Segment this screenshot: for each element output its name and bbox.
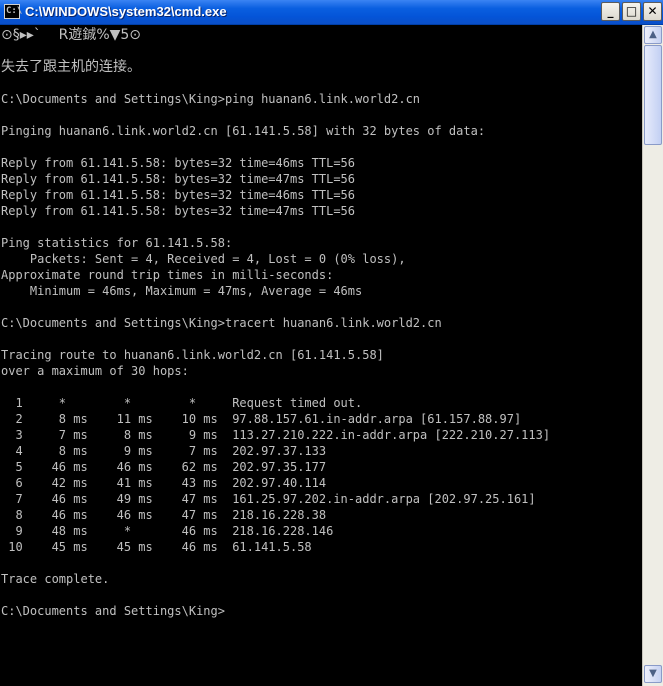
console-line: 1 * * * Request timed out.	[1, 396, 363, 410]
console-line: Reply from 61.141.5.58: bytes=32 time=46…	[1, 188, 356, 202]
close-button[interactable]: ✕	[643, 2, 662, 21]
cmd-window: C:\ C:\WINDOWS\system32\cmd.exe _ □ ✕ ⊙§…	[0, 0, 663, 686]
window-title: C:\WINDOWS\system32\cmd.exe	[25, 4, 227, 19]
console-line: Approximate round trip times in milli-se…	[1, 268, 334, 282]
console-line: Trace complete.	[1, 572, 110, 586]
console-line: 失去了跟主机的连接。	[1, 59, 141, 75]
console-line: over a maximum of 30 hops:	[1, 364, 189, 378]
scroll-down-button[interactable]: ▼	[644, 665, 662, 683]
vertical-scrollbar[interactable]: ▲ ▼	[642, 25, 663, 686]
console-line: 9 48 ms * 46 ms 218.16.228.146	[1, 524, 334, 538]
maximize-button[interactable]: □	[622, 2, 641, 21]
scroll-thumb[interactable]	[644, 45, 662, 145]
console-output[interactable]: ⊙§▸▸` R遊鋮%▼5⊙ 失去了跟主机的连接。 C:\Documents and …	[1, 27, 641, 686]
console-line: Pinging huanan6.link.world2.cn [61.141.5…	[1, 124, 486, 138]
console-line: C:\Documents and Settings\King>ping huan…	[1, 92, 421, 106]
console-line: Reply from 61.141.5.58: bytes=32 time=47…	[1, 204, 356, 218]
console-line: Minimum = 46ms, Maximum = 47ms, Average …	[1, 284, 363, 298]
console-line: Packets: Sent = 4, Received = 4, Lost = …	[1, 252, 406, 266]
cmd-icon-text: C:\	[6, 6, 23, 16]
title-bar[interactable]: C:\ C:\WINDOWS\system32\cmd.exe _ □ ✕	[0, 0, 663, 25]
console-line: Tracing route to huanan6.link.world2.cn …	[1, 348, 384, 362]
console-line: 8 46 ms 46 ms 47 ms 218.16.228.38	[1, 508, 327, 522]
console-line: 10 45 ms 45 ms 46 ms 61.141.5.58	[1, 540, 312, 554]
console-line: C:\Documents and Settings\King>tracert h…	[1, 316, 442, 330]
console-line: Reply from 61.141.5.58: bytes=32 time=46…	[1, 156, 356, 170]
cmd-icon[interactable]: C:\	[4, 4, 23, 19]
console-line: 5 46 ms 46 ms 62 ms 202.97.35.177	[1, 460, 327, 474]
minimize-button[interactable]: _	[601, 2, 620, 21]
console-line: ⊙§▸▸` R遊鋮%▼5⊙	[1, 27, 142, 43]
console-line: Ping statistics for 61.141.5.58:	[1, 236, 233, 250]
console-line: 7 46 ms 49 ms 47 ms 161.25.97.202.in-add…	[1, 492, 536, 506]
console-line: C:\Documents and Settings\King>	[1, 604, 225, 618]
console-line: 2 8 ms 11 ms 10 ms 97.88.157.61.in-addr.…	[1, 412, 522, 426]
scroll-up-button[interactable]: ▲	[644, 26, 662, 44]
console-line: 4 8 ms 9 ms 7 ms 202.97.37.133	[1, 444, 327, 458]
console-line: 3 7 ms 8 ms 9 ms 113.27.210.222.in-addr.…	[1, 428, 551, 442]
console-line: Reply from 61.141.5.58: bytes=32 time=47…	[1, 172, 356, 186]
console-line: 6 42 ms 41 ms 43 ms 202.97.40.114	[1, 476, 327, 490]
